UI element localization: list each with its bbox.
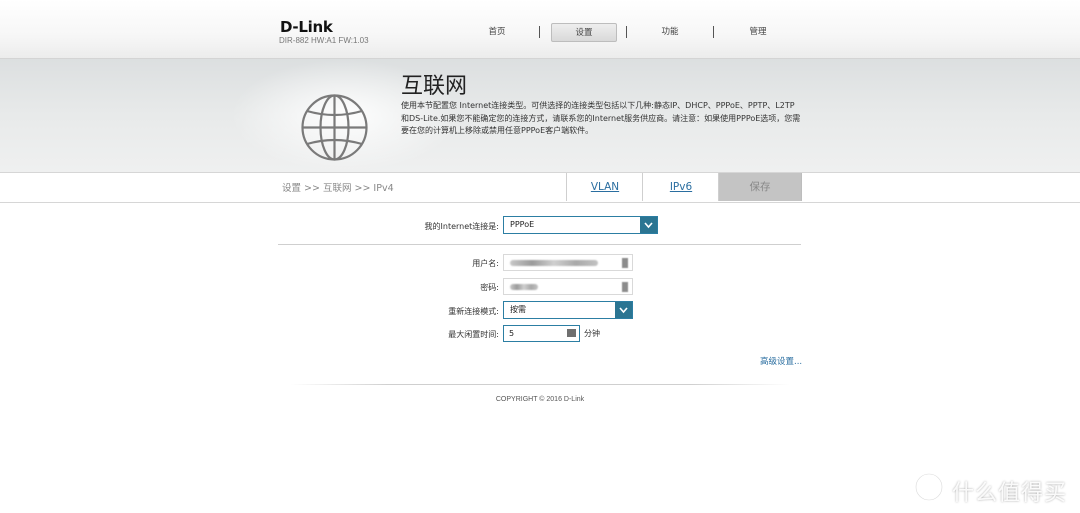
tab-vlan[interactable]: VLAN bbox=[566, 173, 643, 201]
idle-time-label: 最大闲置时间: bbox=[448, 330, 499, 339]
username-label: 用户名: bbox=[472, 259, 499, 268]
tab-ipv6[interactable]: IPv6 bbox=[642, 173, 719, 201]
breadcrumb: 设置 >> 互联网 >> IPv4 bbox=[282, 183, 394, 194]
password-field[interactable] bbox=[503, 278, 633, 295]
breadcrumb-bar bbox=[0, 172, 1080, 203]
field-icon bbox=[622, 282, 628, 292]
nav-home[interactable]: 首页 bbox=[465, 23, 529, 41]
redacted-username bbox=[510, 260, 598, 266]
watermark-text: 什么值得买 bbox=[952, 481, 1068, 506]
reconnect-mode-label: 重新连接模式: bbox=[448, 307, 499, 316]
reconnect-mode-value: 按需 bbox=[510, 305, 526, 314]
dlink-logo: D-Link bbox=[280, 18, 333, 36]
footer-divider bbox=[290, 384, 790, 385]
nav-management[interactable]: 管理 bbox=[726, 23, 790, 41]
connection-type-select[interactable]: PPPoE bbox=[503, 216, 658, 234]
nav-features[interactable]: 功能 bbox=[638, 23, 702, 41]
save-button[interactable]: 保存 bbox=[718, 173, 802, 201]
top-header: D-Link DIR-882 HW:A1 FW:1.03 首页 设置 功能 管理 bbox=[0, 0, 1080, 59]
redacted-password bbox=[510, 284, 538, 290]
connection-type-value: PPPoE bbox=[510, 220, 535, 229]
advanced-settings-link[interactable]: 高级设置... bbox=[760, 355, 802, 367]
nav-separator bbox=[713, 26, 714, 38]
firmware-info: DIR-882 HW:A1 FW:1.03 bbox=[279, 36, 369, 45]
idle-time-field[interactable]: 5 bbox=[503, 325, 580, 342]
reconnect-mode-select[interactable]: 按需 bbox=[503, 301, 633, 319]
section-divider bbox=[278, 244, 801, 245]
smzdm-logo-icon: 值 bbox=[914, 472, 944, 502]
chevron-down-icon bbox=[615, 302, 632, 318]
spinner-icon[interactable] bbox=[567, 329, 576, 337]
idle-time-value: 5 bbox=[509, 329, 515, 338]
field-icon bbox=[622, 258, 628, 268]
nav-separator bbox=[626, 26, 627, 38]
copyright: COPYRIGHT © 2016 D-Link bbox=[495, 396, 585, 403]
password-label: 密码: bbox=[480, 283, 499, 292]
connection-type-label: 我的Internet连接是: bbox=[424, 222, 499, 231]
page-title: 互联网 bbox=[401, 74, 468, 99]
nav-separator bbox=[539, 26, 540, 38]
svg-text:值: 值 bbox=[922, 480, 935, 496]
chevron-down-icon bbox=[640, 217, 657, 233]
nav-settings[interactable]: 设置 bbox=[551, 23, 617, 42]
username-field[interactable] bbox=[503, 254, 633, 271]
page-description: 使用本节配置您 Internet连接类型。可供选择的连接类型包括以下几种:静态I… bbox=[401, 101, 801, 135]
globe-icon bbox=[301, 94, 368, 161]
idle-time-unit: 分钟 bbox=[584, 329, 600, 338]
